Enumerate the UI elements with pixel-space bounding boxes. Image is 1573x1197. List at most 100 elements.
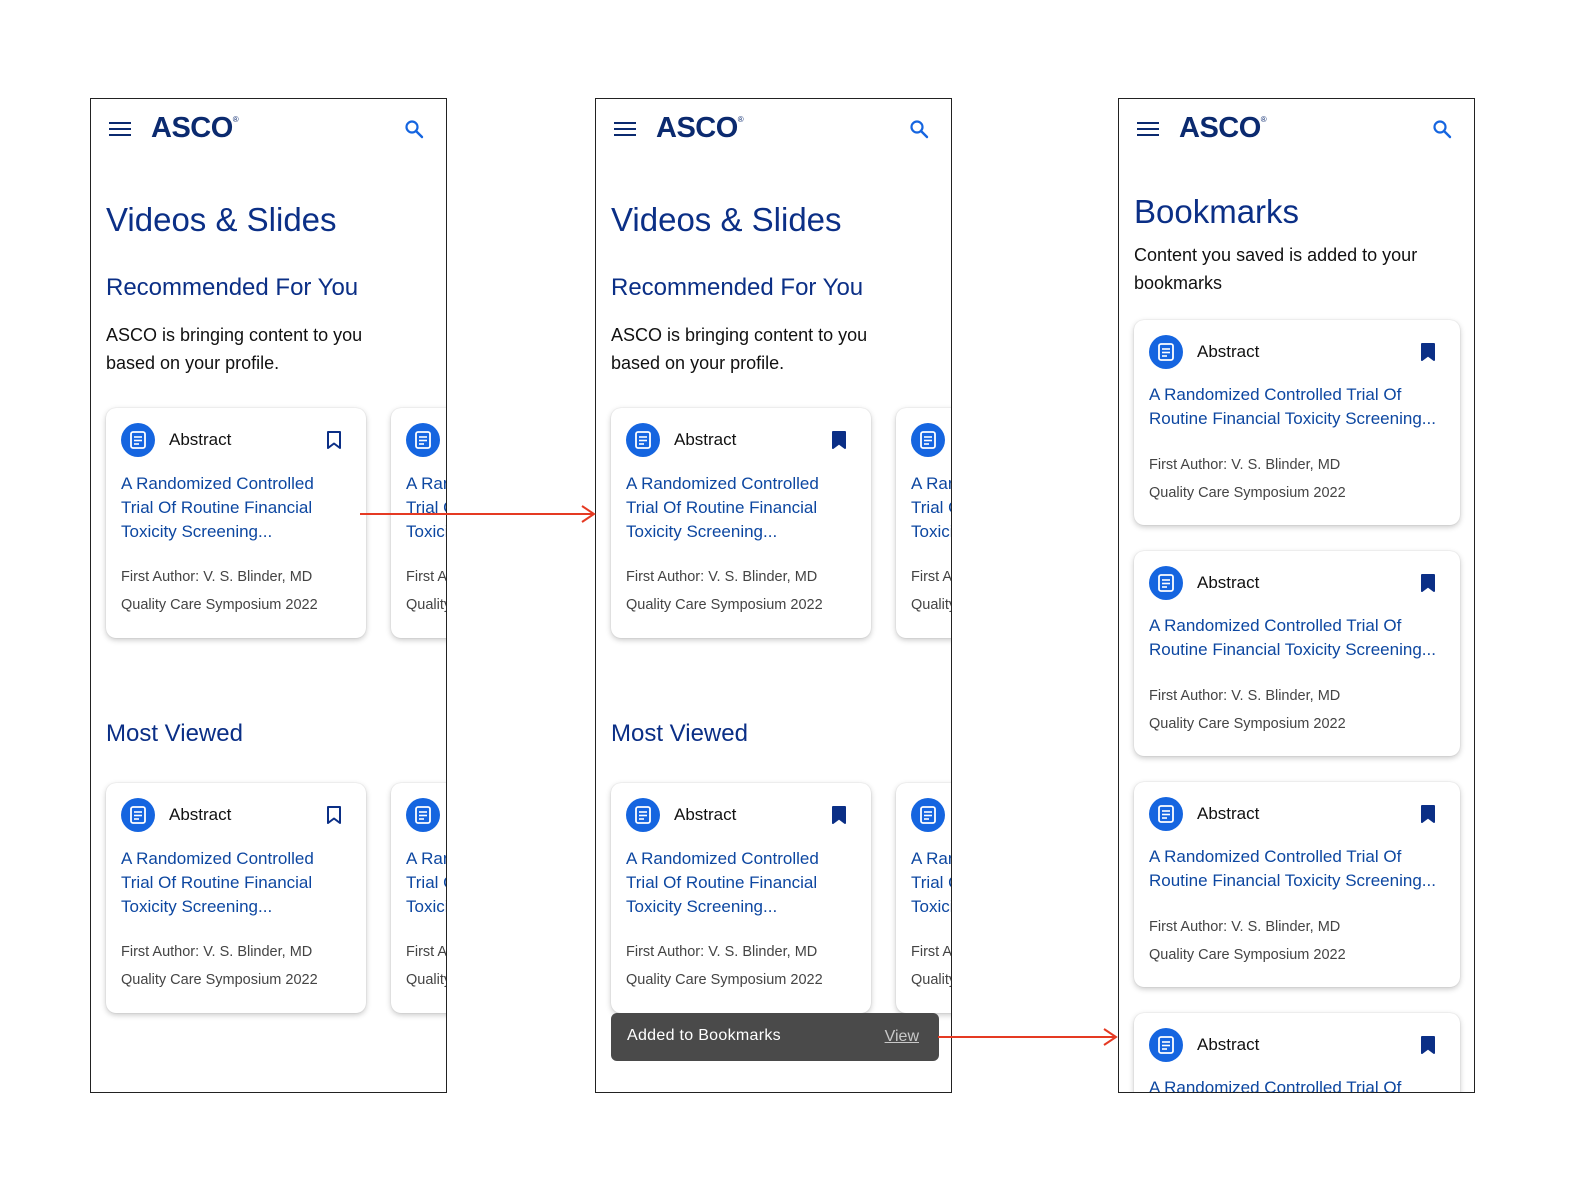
content-card[interactable]: Abstract A Randomized Controlled Trial O… (106, 783, 366, 1013)
card-author: First Author: V. S. Blinder, MD (626, 944, 818, 960)
document-icon (626, 798, 660, 832)
content-type-label: Abstract (1197, 342, 1260, 361)
card-title-link[interactable]: A Randomized Controlled Trial Of Routine… (1149, 614, 1449, 662)
card-title-link[interactable]: A Randomized Controlled Trial Of Routine… (1149, 383, 1449, 431)
card-title-link[interactable]: A Randomized Controlled Trial Of Routine… (626, 847, 846, 919)
document-icon (121, 798, 155, 832)
card-venue: Quality Care Symposium 2022 (121, 972, 318, 988)
page-title: Videos & Slides (611, 201, 842, 238)
content-card[interactable]: Abstract A Randomized Controlled Trial O… (611, 408, 871, 638)
content-card[interactable]: Abstract A Randomized Controlled Trial O… (106, 408, 366, 638)
content-card-peek[interactable]: A Randomized Controlled Trial Of Routine… (896, 408, 952, 638)
card-title-link[interactable]: A Randomized Controlled Trial Of Routine… (121, 472, 341, 544)
card-venue: Quality Care Symposium 2022 (1149, 716, 1346, 732)
card-venue: Quality Care Symposium 2022 (911, 972, 952, 988)
card-title-link[interactable]: A Randomized Controlled Trial Of Routine… (911, 472, 951, 544)
bookmark-filled-icon[interactable] (1420, 804, 1436, 824)
bookmark-icon[interactable] (326, 430, 342, 450)
bookmark-card[interactable]: Abstract A Randomized Controlled Trial O… (1134, 320, 1460, 525)
card-author: First Author: V. S. Blinder, MD (1149, 919, 1341, 935)
content-type-label: Abstract (1197, 573, 1260, 592)
asco-logo[interactable]: ASCO® (151, 112, 239, 145)
document-icon (406, 798, 440, 832)
card-author: First Author: V. S. Blinder, MD (911, 944, 952, 960)
card-venue: Quality Care Symposium 2022 (121, 597, 318, 613)
bookmark-filled-icon[interactable] (1420, 573, 1436, 593)
bookmark-icon[interactable] (326, 805, 342, 825)
card-venue: Quality Care Symposium 2022 (1149, 947, 1346, 963)
toast-view-link[interactable]: View (885, 1028, 919, 1046)
content-type-label: Abstract (674, 805, 737, 824)
card-venue: Quality Care Symposium 2022 (626, 597, 823, 613)
document-icon (626, 423, 660, 457)
document-icon (911, 423, 945, 457)
bookmark-card[interactable]: Abstract A Randomized Controlled Trial O… (1134, 782, 1460, 987)
card-author: First Author: V. S. Blinder, MD (626, 569, 818, 585)
section-description: ASCO is bringing content to you based on… (106, 325, 363, 373)
document-icon (1149, 335, 1183, 369)
card-author: First Author: V. S. Blinder, MD (121, 569, 313, 585)
content-type-label: Abstract (1197, 1035, 1260, 1054)
content-card-peek[interactable]: A Randomized Controlled Trial Of Routine… (896, 783, 952, 1013)
card-title-link[interactable]: A Randomized Controlled Trial Of Routine… (406, 847, 446, 919)
hamburger-icon[interactable] (109, 121, 131, 137)
asco-logo[interactable]: ASCO® (1179, 112, 1267, 145)
hamburger-icon[interactable] (1137, 121, 1159, 137)
card-title-link[interactable]: A Randomized Controlled Trial Of Routine… (911, 847, 951, 919)
section-description: ASCO is bringing content to you based on… (611, 325, 868, 373)
search-icon[interactable] (909, 119, 929, 139)
document-icon (121, 423, 155, 457)
content-type-label: Abstract (1197, 804, 1260, 823)
card-venue: Quality Care Symposium 2022 (1149, 485, 1346, 501)
document-icon (1149, 566, 1183, 600)
search-icon[interactable] (404, 119, 424, 139)
card-venue: Quality Care Symposium 2022 (406, 972, 447, 988)
content-card[interactable]: Abstract A Randomized Controlled Trial O… (611, 783, 871, 1013)
card-venue: Quality Care Symposium 2022 (626, 972, 823, 988)
page-title: Videos & Slides (106, 201, 337, 238)
bookmark-toast: Added to Bookmarks View (611, 1013, 939, 1061)
document-icon (1149, 797, 1183, 831)
section-heading-most-viewed: Most Viewed (106, 720, 243, 747)
section-heading-most-viewed: Most Viewed (611, 720, 748, 747)
card-author: First Author: V. S. Blinder, MD (1149, 457, 1341, 473)
screen-videos-bookmarked: ASCO® Videos & Slides Recommended For Yo… (595, 98, 952, 1093)
card-author: First Author: V. S. Blinder, MD (1149, 688, 1341, 704)
bookmark-filled-icon[interactable] (1420, 1035, 1436, 1055)
card-author: First Author: V. S. Blinder, MD (911, 569, 952, 585)
card-venue: Quality Care Symposium 2022 (406, 597, 447, 613)
page-title: Bookmarks (1134, 193, 1300, 230)
bookmark-filled-icon[interactable] (831, 805, 847, 825)
section-heading-recommended: Recommended For You (611, 274, 864, 301)
content-type-label: Abstract (169, 805, 232, 824)
screen-bookmarks: ASCO® Bookmarks Content you saved is add… (1118, 98, 1475, 1093)
content-card-peek[interactable]: A Randomized Controlled Trial Of Routine… (391, 783, 447, 1013)
flow-arrow-bookmark (360, 505, 596, 523)
card-author: First Author: V. S. Blinder, MD (406, 569, 447, 585)
hamburger-icon[interactable] (614, 121, 636, 137)
card-title-link[interactable]: A Randomized Controlled Trial Of Routine… (121, 847, 341, 919)
bookmark-filled-icon[interactable] (1420, 342, 1436, 362)
content-type-label: Abstract (169, 430, 232, 449)
card-title-link[interactable]: A Randomized Controlled Trial Of Routine… (1149, 1076, 1449, 1092)
document-icon (1149, 1028, 1183, 1062)
content-type-label: Abstract (674, 430, 737, 449)
toast-message: Added to Bookmarks (627, 1027, 781, 1044)
section-heading-recommended: Recommended For You (106, 274, 359, 301)
top-bar: ASCO® (91, 99, 446, 159)
card-author: First Author: V. S. Blinder, MD (406, 944, 447, 960)
document-icon (911, 798, 945, 832)
bookmark-filled-icon[interactable] (831, 430, 847, 450)
card-title-link[interactable]: A Randomized Controlled Trial Of Routine… (626, 472, 846, 544)
flow-arrow-view-bookmarks (938, 1028, 1118, 1046)
top-bar: ASCO® (1119, 99, 1474, 159)
top-bar: ASCO® (596, 99, 951, 159)
asco-logo[interactable]: ASCO® (656, 112, 744, 145)
bookmark-card[interactable]: Abstract A Randomized Controlled Trial O… (1134, 551, 1460, 756)
page-description: Content you saved is added to your bookm… (1134, 245, 1418, 293)
bookmark-card[interactable]: Abstract A Randomized Controlled Trial O… (1134, 1013, 1460, 1092)
search-icon[interactable] (1432, 119, 1452, 139)
card-title-link[interactable]: A Randomized Controlled Trial Of Routine… (1149, 845, 1449, 893)
card-venue: Quality Care Symposium 2022 (911, 597, 952, 613)
document-icon (406, 423, 440, 457)
